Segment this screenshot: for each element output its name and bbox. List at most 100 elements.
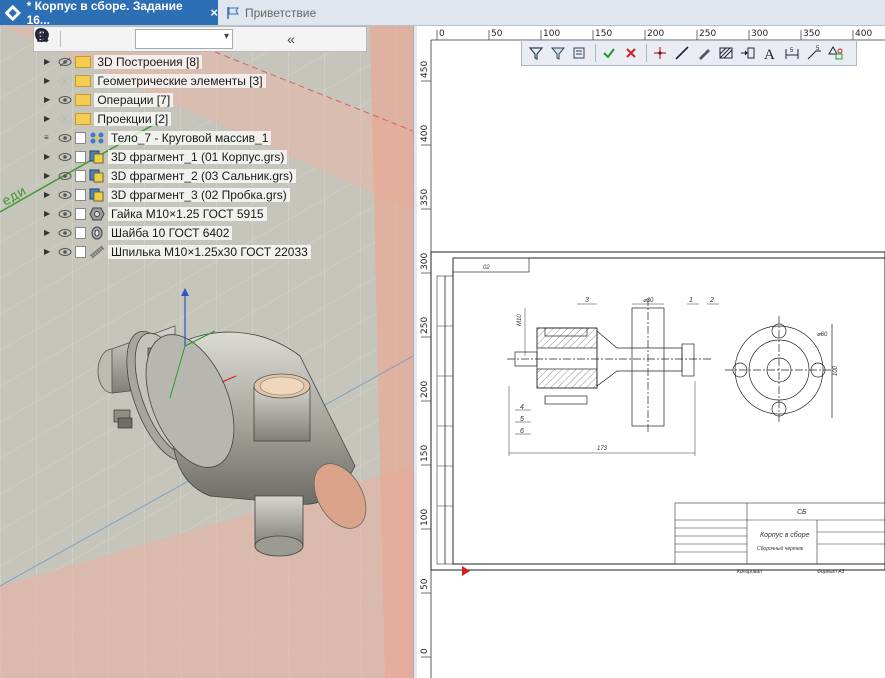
forward-arrow-icon[interactable] [36,28,107,49]
svg-text:5: 5 [790,48,794,54]
shapes-icon[interactable] [826,43,846,63]
expand-arrow-icon[interactable]: ▶ [44,76,54,85]
tree-item-fragment-1[interactable]: ▶ 3D фрагмент_1 (01 Корпус.grs) [44,147,374,166]
back-arrow-icon[interactable] [34,28,85,49]
folder-icon [75,112,91,125]
title-block-name: Корпус в сборе [760,531,810,539]
search-icon[interactable] [35,28,257,49]
drag-handle-icon[interactable]: ≡ [44,133,54,142]
tree-item-nut[interactable]: ▶ Гайка М10×1.25 ГОСТ 5915 [44,204,374,223]
callout-2: 2 [709,297,714,304]
folder-icon [75,55,91,68]
expand-arrow-icon[interactable]: ▶ [44,114,54,123]
expand-arrow-icon[interactable]: ▶ [44,247,54,256]
hatch-icon[interactable] [716,43,736,63]
filter-layers-icon[interactable] [548,43,568,63]
drawing-sheet[interactable]: 02 173 ⌀30 ⌀60 M10 100 3 1 2 4 5 6 СБ Ко… [430,251,885,575]
eye-icon[interactable] [58,133,72,143]
eye-icon[interactable] [58,114,72,124]
expand-arrow-icon[interactable]: ▶ [44,228,54,237]
ruler-tick-label: 300 [751,29,768,39]
drawing-canvas: 0 50 100 150 200 250 300 350 400 450400350300250… [417,26,885,678]
tree-item-stud[interactable]: ▶ Шпилька М10×1.25х30 ГОСТ 22033 [44,242,374,261]
linear-dimension-icon[interactable]: 5 [782,43,802,63]
pen-icon[interactable] [694,43,714,63]
drawing-viewport[interactable]: 0 50 100 150 200 250 300 350 400 450 400 350 300 250… [417,26,885,678]
document-icon [75,226,86,239]
callout-1: 1 [689,297,693,304]
filter-combo[interactable] [135,29,233,49]
tab-welcome[interactable]: Приветствие [222,0,316,25]
target-icon[interactable] [35,28,279,49]
title-block-subtitle: Сборочный чертеж [757,545,804,552]
expand-arrow-icon[interactable]: ▶ [44,57,54,66]
tree-item-constructions[interactable]: ▶ 3D Построения [8] [44,52,374,71]
eye-icon[interactable] [58,209,72,219]
eye-icon[interactable] [58,76,72,86]
insert-block-icon[interactable] [738,43,758,63]
fragment-3d-icon [89,150,104,163]
ruler-tick-label: 250 [420,317,430,334]
leader-dimension-icon[interactable]: 5 [804,43,824,63]
tree-item-label: Гайка М10×1.25 ГОСТ 5915 [108,206,267,221]
tree-item-label: 3D фрагмент_2 (03 Сальник.grs) [108,168,296,183]
expand-arrow-icon[interactable]: ▶ [44,209,54,218]
eye-hidden-icon[interactable] [58,57,72,67]
tree-item-body[interactable]: ≡ Тело_7 - Круговой массив_1 [44,128,374,147]
tree-item-label: Шпилька М10×1.25х30 ГОСТ 22033 [108,244,311,259]
document-icon [75,245,86,258]
ruler-tick-label: 50 [491,29,503,39]
expand-arrow-icon[interactable]: ▶ [44,152,54,161]
tree-item-projections[interactable]: ▶ Проекции [2] [44,109,374,128]
filter-reject-icon[interactable] [621,43,641,63]
eye-icon[interactable] [58,228,72,238]
eye-icon[interactable] [58,171,72,181]
document-icon [75,207,86,220]
dim-height: 100 [833,365,839,376]
tree-item-washer[interactable]: ▶ Шайба 10 ГОСТ 6402 [44,223,374,242]
document-icon [75,169,86,182]
sheet-footer-left: Копировал [737,569,762,575]
tree-item-label: Шайба 10 ГОСТ 6402 [108,225,233,240]
tree-item-label: Операции [7] [94,92,174,107]
tree-item-fragment-3[interactable]: ▶ 3D фрагмент_3 (02 Пробка.grs) [44,185,374,204]
text-icon[interactable]: A [760,43,780,63]
folder-icon [75,93,91,106]
eye-icon[interactable] [58,247,72,257]
folder-icon [75,74,91,87]
point-icon[interactable] [650,43,670,63]
callout-3: 3 [585,297,589,304]
drawing-toolbar: A 5 5 [521,40,857,66]
ruler-tick-label: 400 [855,29,872,39]
tree-item-fragment-2[interactable]: ▶ 3D фрагмент_2 (03 Сальник.grs) [44,166,374,185]
circular-array-icon [90,132,104,143]
line-icon[interactable] [672,43,692,63]
filter-icon[interactable] [526,43,546,63]
toolbar-separator [646,44,647,62]
eye-icon[interactable] [58,95,72,105]
expand-arrow-icon[interactable]: ▶ [44,171,54,180]
expand-arrow-icon[interactable]: ▶ [44,95,54,104]
top-ruler-ticks: 0 50 100 150 200 250 300 350 400 [436,29,872,40]
ruler-tick-label: 100 [420,509,430,526]
eye-icon[interactable] [58,152,72,162]
toolbar-separator [595,44,596,62]
collapse-panel-icon[interactable]: « [281,29,301,49]
tab-assembly-document[interactable]: * Корпус в сборе. Задание 16... × [0,0,218,27]
stud-icon [89,244,105,259]
tab-assembly-title: * Корпус в сборе. Задание 16... [26,0,183,27]
home-icon[interactable] [35,27,129,49]
filter-list-icon[interactable] [570,43,590,63]
ruler-tick-label: 200 [647,29,664,39]
ruler-tick-label: 350 [420,189,430,206]
eye-icon[interactable] [58,190,72,200]
close-tab-icon[interactable]: × [210,5,218,20]
tree-item-label: 3D фрагмент_3 (02 Пробка.grs) [108,187,290,202]
filter-accept-icon[interactable] [599,43,619,63]
expand-arrow-icon[interactable]: ▶ [44,190,54,199]
fragment-3d-icon [89,169,104,182]
tree-item-geometry[interactable]: ▶ Геометрические элементы [3] [44,71,374,90]
tree-item-operations[interactable]: ▶ Операции [7] [44,90,374,109]
ruler-tick-label: 50 [420,578,430,590]
tree-toolbar: × « [33,26,367,52]
